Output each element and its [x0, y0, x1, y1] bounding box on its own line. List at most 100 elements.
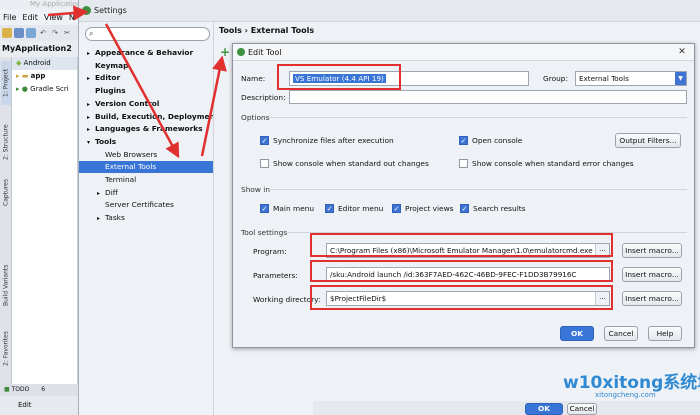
checkbox-console-stdout[interactable]: Show console when standard out changes	[260, 159, 429, 168]
parameters-label: Parameters:	[253, 271, 298, 280]
bottom-tool-bar: ■ TODO 6	[0, 384, 78, 396]
settings-tree-item[interactable]: ▸ Build, Execution, Deployment	[87, 111, 218, 123]
settings-cancel-button[interactable]: Cancel	[567, 403, 597, 415]
checkbox-checked-icon: ✓	[392, 204, 401, 213]
todo-tab[interactable]: TODO	[12, 386, 30, 393]
tree-view-selector[interactable]: ◆ Android	[12, 57, 77, 70]
save-icon[interactable]	[14, 28, 24, 38]
checkbox-label: Open console	[472, 136, 523, 145]
settings-tree-item[interactable]: Plugins	[87, 85, 126, 97]
tab-project[interactable]: 1: Project	[1, 61, 11, 105]
menu-edit[interactable]: Edit	[22, 13, 38, 22]
checkbox-label: Show console when standard out changes	[273, 159, 429, 168]
ide-menubar: File Edit View N	[0, 9, 78, 25]
checkbox-label: Search results	[473, 204, 526, 213]
settings-tree-label: Version Control	[95, 98, 160, 108]
cut-icon[interactable]: ✂	[62, 28, 72, 38]
checkbox-search-results[interactable]: ✓ Search results	[460, 204, 526, 213]
sync-icon[interactable]	[26, 28, 36, 38]
ok-button[interactable]: OK	[560, 326, 594, 341]
close-icon[interactable]: ✕	[675, 46, 689, 59]
insert-macro-button-working-dir[interactable]: Insert macro...	[622, 291, 682, 306]
settings-tree-label: Tasks	[105, 213, 125, 223]
description-field[interactable]	[289, 90, 687, 104]
chevron-right-icon: ▸	[97, 215, 101, 223]
highlight-box-parameters	[310, 260, 613, 282]
checkbox-open-console[interactable]: ✓ Open console	[459, 136, 522, 145]
help-button[interactable]: Help	[648, 326, 682, 341]
group-value: External Tools	[579, 74, 629, 83]
chevron-right-icon: ▸	[87, 50, 91, 57]
android-studio-logo-icon	[237, 48, 245, 56]
settings-tree-label: Plugins	[95, 86, 126, 96]
undo-icon[interactable]: ↶	[38, 28, 48, 38]
description-label: Description:	[241, 93, 286, 102]
menu-view[interactable]: View	[44, 13, 63, 22]
checkbox-label: Project views	[405, 204, 454, 213]
settings-tree-item[interactable]: ▸ Version Control	[87, 98, 159, 110]
ide-toolbar: ↶ ↷ ✂	[0, 25, 78, 41]
settings-tree-label: Server Certificates	[105, 200, 174, 210]
insert-macro-button-program[interactable]: Insert macro...	[622, 243, 682, 258]
android-icon: ◆	[16, 59, 22, 67]
show-in-section-title: Show in	[241, 185, 271, 194]
settings-tree-item[interactable]: ▸ Diff	[97, 187, 118, 199]
add-tool-icon[interactable]: +	[220, 45, 230, 59]
group-label: Group:	[543, 74, 568, 83]
highlight-box-name	[277, 64, 401, 90]
settings-tree-item[interactable]: ▸ Tasks	[97, 212, 125, 224]
settings-tree-item[interactable]: ▾ Tools	[87, 136, 116, 148]
checkbox-checked-icon: ✓	[460, 204, 469, 213]
settings-ok-button[interactable]: OK	[525, 403, 563, 415]
bottom-extra-tab[interactable]: 6	[41, 386, 45, 393]
settings-tree-item[interactable]: Keymap	[87, 60, 128, 72]
settings-tree-item[interactable]: Terminal	[97, 174, 136, 186]
checkbox-label: Synchronize files after execution	[273, 136, 394, 145]
group-select[interactable]: External Tools ▼	[575, 71, 687, 86]
settings-tree-item[interactable]: ▸ Languages & Frameworks	[87, 123, 203, 135]
settings-tree-item[interactable]: ▸ Editor	[87, 72, 120, 84]
chevron-right-icon: ▸	[97, 189, 101, 197]
cancel-button[interactable]: Cancel	[604, 326, 638, 341]
tool-settings-section-title: Tool settings	[241, 228, 288, 237]
tree-gradle-label: Gradle Scri	[30, 85, 69, 93]
name-label: Name:	[241, 74, 266, 83]
tab-structure[interactable]: 2: Structure	[1, 117, 11, 167]
checkbox-project-views[interactable]: ✓ Project views	[392, 204, 454, 213]
status-bar: Edit	[0, 396, 78, 415]
checkbox-label: Main menu	[273, 204, 315, 213]
checkbox-main-menu[interactable]: ✓ Main menu	[260, 204, 314, 213]
redo-icon[interactable]: ↷	[50, 28, 60, 38]
tab-favorites[interactable]: 2: Favorites	[1, 327, 11, 371]
menu-navigate[interactable]: N	[69, 13, 75, 22]
checkbox-checked-icon: ✓	[459, 136, 468, 145]
checkbox-label: Editor menu	[338, 204, 384, 213]
todo-icon: ■	[4, 386, 10, 393]
checkbox-console-stderr[interactable]: Show console when standard error changes	[459, 159, 634, 168]
output-filters-button[interactable]: Output Filters...	[615, 133, 681, 148]
checkbox-sync-files[interactable]: ✓ Synchronize files after execution	[260, 136, 394, 145]
settings-tree-label: Build, Execution, Deployment	[95, 111, 219, 121]
chevron-down-icon[interactable]: ▼	[675, 72, 686, 85]
highlight-box-working-dir	[310, 285, 613, 310]
checkbox-unchecked-icon	[260, 159, 269, 168]
settings-tree-item[interactable]: Server Certificates	[97, 199, 174, 211]
chevron-right-icon: ▸	[87, 113, 91, 121]
tree-item-gradle[interactable]: ▸ ● Gradle Scri	[12, 83, 77, 96]
folder-icon[interactable]	[2, 28, 12, 38]
settings-tree-item[interactable]: ▸ Appearance & Behavior	[87, 47, 193, 59]
settings-tree-label: Web Browsers	[105, 149, 158, 159]
settings-tree-label: External Tools	[105, 162, 157, 172]
checkbox-editor-menu[interactable]: ✓ Editor menu	[325, 204, 383, 213]
settings-tree-item[interactable]: Web Browsers	[97, 149, 157, 161]
tab-build-variants[interactable]: Build Variants	[1, 257, 11, 313]
tree-item-app[interactable]: ▸ ▬ app	[12, 70, 77, 83]
menu-file[interactable]: File	[3, 13, 16, 22]
settings-tree-label: Editor	[95, 73, 121, 83]
project-tree: ◆ Android ▸ ▬ app ▸ ● Gradle Scri	[12, 57, 78, 384]
settings-search-input[interactable]: ⌕	[85, 27, 210, 41]
watermark-brand: w10xitong系统城	[563, 373, 700, 393]
settings-tree-item[interactable]: External Tools	[79, 161, 213, 174]
insert-macro-button-parameters[interactable]: Insert macro...	[622, 267, 682, 282]
tab-captures[interactable]: Captures	[1, 175, 11, 211]
